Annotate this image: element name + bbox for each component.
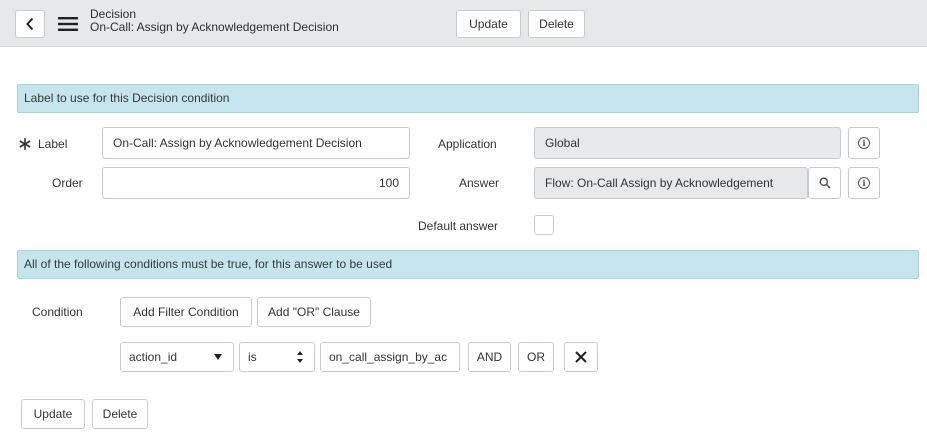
form-title-record: On-Call: Assign by Acknowledgement Decis…: [90, 20, 339, 34]
label-field-label: Label: [38, 137, 68, 151]
updown-arrows-icon: [297, 351, 303, 363]
add-or-clause-button[interactable]: Add "OR" Clause: [257, 297, 371, 327]
answer-field[interactable]: Flow: On-Call Assign by Acknowledgement: [534, 167, 808, 199]
application-field: Global: [534, 127, 841, 159]
default-answer-label: Default answer: [418, 219, 499, 233]
order-input[interactable]: 100: [102, 167, 410, 199]
condition-value-input[interactable]: on_call_assign_by_ac: [320, 342, 460, 372]
footer-delete-button[interactable]: Delete: [92, 399, 148, 429]
condition-field-label: Condition: [32, 305, 83, 319]
condition-and-button[interactable]: AND: [468, 342, 511, 372]
condition-operator-value: is: [248, 350, 257, 364]
dropdown-arrow-icon: [214, 354, 222, 360]
label-input[interactable]: On-Call: Assign by Acknowledgement Decis…: [102, 127, 410, 159]
section-label-header: Label to use for this Decision condition: [17, 84, 919, 113]
default-answer-checkbox[interactable]: [534, 215, 554, 235]
search-icon: [819, 177, 830, 189]
condition-operator-select[interactable]: is: [239, 342, 315, 372]
asterisk-icon: [19, 138, 31, 150]
info-icon: i: [858, 137, 870, 149]
hamburger-menu-icon[interactable]: [58, 16, 78, 32]
back-button[interactable]: [15, 10, 45, 38]
info-icon: i: [858, 177, 870, 189]
close-icon: [575, 351, 587, 363]
header-delete-button[interactable]: Delete: [528, 10, 585, 38]
application-field-label: Application: [438, 137, 497, 151]
answer-info-button[interactable]: i: [848, 167, 880, 199]
condition-field-value: action_id: [129, 350, 178, 364]
application-info-button[interactable]: i: [848, 127, 880, 159]
footer-update-button[interactable]: Update: [21, 399, 85, 429]
remove-condition-button[interactable]: [564, 342, 598, 372]
form-title: Decision On-Call: Assign by Acknowledgem…: [90, 8, 339, 34]
add-filter-condition-button[interactable]: Add Filter Condition: [120, 297, 252, 327]
header-update-button[interactable]: Update: [456, 10, 521, 38]
condition-or-button[interactable]: OR: [518, 342, 554, 372]
chevron-left-icon: [26, 17, 34, 31]
answer-lookup-button[interactable]: [808, 167, 841, 199]
form-header: Decision On-Call: Assign by Acknowledgem…: [0, 0, 927, 47]
section-conditions-header: All of the following conditions must be …: [17, 250, 919, 279]
condition-field-select[interactable]: action_id: [120, 342, 234, 372]
order-field-label: Order: [52, 176, 83, 190]
answer-field-label: Answer: [459, 176, 500, 190]
